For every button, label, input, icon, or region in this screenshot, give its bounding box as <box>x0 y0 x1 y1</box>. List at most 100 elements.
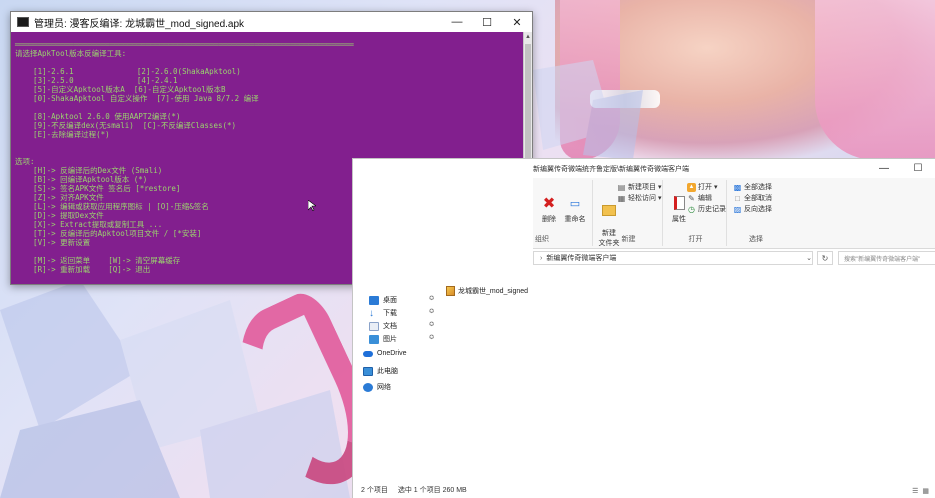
console-line: [0]-ShakaApktool 自定义操作 [7]-使用 Java 8/7.2… <box>15 94 259 103</box>
new-item-icon: ▤ <box>617 182 626 192</box>
nav-onedrive-label: OneDrive <box>377 350 407 357</box>
address-bar[interactable]: › 新编翼传奇微端客户端 <box>533 251 813 265</box>
edit-icon: ✎ <box>688 193 695 203</box>
properties-icon <box>670 194 688 212</box>
select-none-button[interactable]: □ 全部取消 <box>733 193 772 203</box>
select-all-button[interactable]: ▩ 全部选择 <box>733 182 772 192</box>
explorer-titlebar[interactable]: 新编翼传奇微端统齐鲁定版\新编翼传奇微端客户端 — ☐ <box>353 159 935 178</box>
nav-network-label: 网络 <box>377 384 391 391</box>
console-line: 请选择ApkTool版本反编译工具: <box>15 49 127 58</box>
refresh-icon[interactable]: ↻ <box>817 251 833 265</box>
large-icons-view-icon[interactable]: ▦ <box>922 487 929 495</box>
minimize-button[interactable]: — <box>442 12 472 32</box>
open-icon: ▲ <box>687 182 696 192</box>
address-dropdown-icon[interactable]: ⌄ <box>802 251 816 265</box>
ribbon-group-organize: ✖ 删除 ▭ 重命名 组织 <box>533 180 593 246</box>
easy-access-label: 轻松访问 <box>628 195 656 202</box>
wallpaper-crystal-shards-top <box>533 60 643 160</box>
ribbon-toolbar: ✖ 删除 ▭ 重命名 组织 新建 文件夹 ▤ 新建项目 ▾ ▦ 轻松访问 ▾ 新… <box>533 178 935 249</box>
scroll-up-icon[interactable]: ▲ <box>524 32 532 42</box>
pin-icon[interactable]: ✪ <box>429 295 434 302</box>
item-count: 2 个项目 <box>361 487 388 494</box>
easy-access-icon: ▦ <box>617 193 626 203</box>
ribbon-group-select: ▩ 全部选择 □ 全部取消 ▨ 反向选择 选择 <box>729 180 783 246</box>
nav-item-pictures[interactable]: 图片 <box>369 334 397 344</box>
new-item-button[interactable]: ▤ 新建项目 ▾ <box>617 182 662 192</box>
mouse-cursor-icon <box>308 200 316 211</box>
search-input[interactable]: 搜索"新编翼传奇微端客户端" <box>838 251 935 265</box>
nav-documents-label: 文档 <box>383 323 397 330</box>
select-group-label: 选择 <box>749 236 763 243</box>
console-line: [9]-不反编译dex(无smali) [C]-不反编译Classes(*) <box>15 121 237 130</box>
file-item-apk[interactable]: 龙城霸世_mod_signed <box>446 286 528 296</box>
console-line: [5]-自定义Apktool版本A [6]-自定义Apktool版本B <box>15 85 226 94</box>
onedrive-cloud-icon <box>363 350 373 357</box>
invert-selection-button[interactable]: ▨ 反向选择 <box>733 204 772 214</box>
view-toggle[interactable]: ☰ ▦ <box>912 487 929 495</box>
open-button[interactable]: ▲ 打开 ▾ <box>687 182 717 192</box>
new-item-label: 新建项目 <box>628 184 656 191</box>
console-title: 管理员: 漫客反编译: 龙城霸世_mod_signed.apk <box>34 18 245 30</box>
pin-icon[interactable]: ✪ <box>429 321 434 328</box>
rename-icon: ▭ <box>569 197 581 210</box>
nav-item-desktop[interactable]: 桌面 <box>369 295 397 305</box>
rename-button[interactable]: ▭ 重命名 <box>561 194 589 224</box>
history-icon: ◷ <box>688 204 695 214</box>
nav-item-onedrive[interactable]: OneDrive <box>363 350 407 357</box>
select-all-icon: ▩ <box>733 182 742 192</box>
invert-selection-icon: ▨ <box>733 204 742 214</box>
nav-item-network[interactable]: 网络 <box>363 382 391 392</box>
explorer-minimize-button[interactable]: — <box>867 159 901 178</box>
network-icon <box>363 382 373 392</box>
nav-this-pc-label: 此电脑 <box>377 368 398 375</box>
console-line: [8]-Apktool 2.6.0 使用AAPT2编译(*) <box>15 112 181 121</box>
download-arrow-icon: ↓ <box>369 307 374 319</box>
properties-label: 属性 <box>672 216 686 223</box>
nav-pictures-label: 图片 <box>383 336 397 343</box>
select-none-label: 全部取消 <box>744 195 772 202</box>
ribbon-group-open: 属性 ▲ 打开 ▾ ✎ 编辑 ◷ 历史记录 打开 <box>665 180 727 246</box>
desktop-icon <box>369 295 379 305</box>
file-archive-icon <box>446 286 455 296</box>
explorer-title: 新编翼传奇微端统齐鲁定版\新编翼传奇微端客户端 <box>533 165 689 173</box>
explorer-maximize-button[interactable]: ☐ <box>901 159 935 178</box>
console-line: [1]-2.6.1 [2]-2.6.0(ShakaApktool) <box>15 67 241 76</box>
details-view-icon[interactable]: ☰ <box>912 487 918 495</box>
ribbon-group-new: 新建 文件夹 ▤ 新建项目 ▾ ▦ 轻松访问 ▾ 新建 <box>595 180 663 247</box>
chevron-right-icon: › <box>540 254 543 262</box>
delete-x-icon: ✖ <box>542 195 556 212</box>
history-button[interactable]: ◷ 历史记录 <box>687 204 726 214</box>
console-line: [3]-2.5.0 [4]-2.4.1 <box>15 76 178 85</box>
pin-icon[interactable]: ✪ <box>429 334 434 341</box>
pin-icon[interactable]: ✪ <box>429 308 434 315</box>
organize-group-label: 组织 <box>535 236 549 243</box>
pictures-icon <box>369 334 379 344</box>
open-group-label: 打开 <box>688 236 703 243</box>
new-group-label: 新建 <box>621 236 636 243</box>
edit-button[interactable]: ✎ 编辑 <box>687 193 712 203</box>
close-button[interactable]: ✕ <box>502 12 532 32</box>
history-label: 历史记录 <box>698 206 726 213</box>
wallpaper-hair-right <box>815 0 935 160</box>
nav-item-this-pc[interactable]: 此电脑 <box>363 366 398 376</box>
easy-access-button[interactable]: ▦ 轻松访问 ▾ <box>617 193 662 203</box>
nav-desktop-label: 桌面 <box>383 297 397 304</box>
console-titlebar[interactable]: 管理员: 漫客反编译: 龙城霸世_mod_signed.apk — ☐ ✕ <box>11 12 532 32</box>
console-line: [E]-去除编译过程(*) <box>15 130 110 139</box>
status-bar: 2 个项目 选中 1 个项目 260 MB <box>361 485 467 495</box>
select-none-icon: □ <box>735 193 740 203</box>
address-text: 新编翼传奇微端客户端 <box>546 255 617 262</box>
delete-label: 删除 <box>542 216 556 223</box>
file-explorer-window[interactable]: 新编翼传奇微端统齐鲁定版\新编翼传奇微端客户端 — ☐ ✖ 删除 ▭ 重命名 组… <box>352 158 935 498</box>
select-all-label: 全部选择 <box>744 184 772 191</box>
delete-button[interactable]: ✖ 删除 <box>535 194 563 224</box>
edit-label: 编辑 <box>698 195 712 202</box>
maximize-button[interactable]: ☐ <box>472 12 502 32</box>
selection-info: 选中 1 个项目 260 MB <box>397 487 467 494</box>
search-placeholder: 搜索"新编翼传奇微端客户端" <box>844 256 921 263</box>
nav-item-documents[interactable]: 文档 <box>369 321 397 331</box>
nav-item-downloads[interactable]: ↓ 下载 <box>369 308 397 318</box>
